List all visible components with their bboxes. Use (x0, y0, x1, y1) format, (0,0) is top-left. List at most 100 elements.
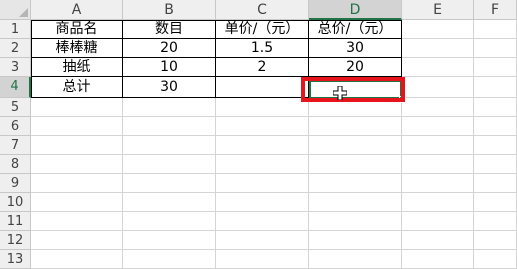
grid-cell[interactable] (474, 231, 517, 250)
row-header-1[interactable]: 1 (0, 20, 31, 39)
column-header-a[interactable]: A (31, 0, 123, 20)
grid-cell[interactable] (123, 117, 216, 136)
spreadsheet-grid[interactable]: A B C D E F 1 2 3 4 5 6 7 8 9 10 11 12 1… (0, 0, 517, 269)
cell-a3[interactable]: 抽纸 (31, 58, 123, 77)
grid-cell[interactable] (123, 231, 216, 250)
column-header-d[interactable]: D (309, 0, 402, 20)
grid-cell[interactable] (31, 98, 123, 117)
cell-e4[interactable] (402, 77, 474, 98)
cell-d2[interactable]: 30 (309, 39, 402, 58)
row-header-12[interactable]: 12 (0, 231, 31, 250)
column-header-b[interactable]: B (123, 0, 216, 20)
cell-c3[interactable]: 2 (216, 58, 309, 77)
cell-b1[interactable]: 数目 (123, 20, 216, 39)
row-header-11[interactable]: 11 (0, 212, 31, 231)
grid-cell[interactable] (123, 174, 216, 193)
grid-cell[interactable] (31, 193, 123, 212)
grid-cell[interactable] (123, 250, 216, 269)
cell-a1[interactable]: 商品名 (31, 20, 123, 39)
grid-cell[interactable] (216, 98, 309, 117)
grid-cell[interactable] (474, 174, 517, 193)
grid-cell[interactable] (31, 250, 123, 269)
cell-f1[interactable] (474, 20, 517, 39)
cell-d3[interactable]: 20 (309, 58, 402, 77)
row-header-13[interactable]: 13 (0, 250, 31, 269)
grid-cell[interactable] (309, 174, 402, 193)
grid-cell[interactable] (309, 136, 402, 155)
cell-c2[interactable]: 1.5 (216, 39, 309, 58)
grid-cell[interactable] (402, 193, 474, 212)
cell-c1[interactable]: 单价/（元） (216, 20, 309, 39)
grid-cell[interactable] (309, 155, 402, 174)
cell-b4[interactable]: 30 (123, 77, 216, 98)
grid-cell[interactable] (402, 231, 474, 250)
cell-a2[interactable]: 棒棒糖 (31, 39, 123, 58)
grid-cell[interactable] (216, 212, 309, 231)
column-header-c[interactable]: C (216, 0, 309, 20)
cell-f3[interactable] (474, 58, 517, 77)
grid-cell[interactable] (31, 212, 123, 231)
grid-cell[interactable] (309, 212, 402, 231)
cell-d1[interactable]: 总价/（元） (309, 20, 402, 39)
grid-cell[interactable] (309, 250, 402, 269)
grid-cell[interactable] (474, 193, 517, 212)
row-header-5[interactable]: 5 (0, 98, 31, 117)
grid-cell[interactable] (123, 193, 216, 212)
grid-cell[interactable] (31, 231, 123, 250)
row-header-3[interactable]: 3 (0, 58, 31, 77)
row-header-9[interactable]: 9 (0, 174, 31, 193)
grid-cell[interactable] (474, 212, 517, 231)
row-header-2[interactable]: 2 (0, 39, 31, 58)
grid-cell[interactable] (309, 193, 402, 212)
grid-cell[interactable] (123, 212, 216, 231)
grid-cell[interactable] (123, 155, 216, 174)
cell-b2[interactable]: 20 (123, 39, 216, 58)
cell-d4[interactable] (309, 77, 402, 98)
cell-a4[interactable]: 总计 (31, 77, 123, 98)
column-header-e[interactable]: E (402, 0, 474, 20)
grid-cell[interactable] (402, 155, 474, 174)
grid-cell[interactable] (309, 117, 402, 136)
grid-cell[interactable] (474, 136, 517, 155)
grid-cell[interactable] (216, 193, 309, 212)
grid-cell[interactable] (216, 174, 309, 193)
cell-c4[interactable] (216, 77, 309, 98)
grid-cell[interactable] (474, 98, 517, 117)
grid-cell[interactable] (216, 155, 309, 174)
grid-cell[interactable] (31, 174, 123, 193)
grid-cell[interactable] (31, 155, 123, 174)
column-header-f[interactable]: F (474, 0, 517, 20)
row-header-8[interactable]: 8 (0, 155, 31, 174)
select-all-corner[interactable] (0, 0, 31, 20)
grid-cell[interactable] (402, 212, 474, 231)
grid-cell[interactable] (123, 98, 216, 117)
grid-cell[interactable] (216, 117, 309, 136)
grid-cell[interactable] (309, 98, 402, 117)
grid-cell[interactable] (216, 231, 309, 250)
grid-cell[interactable] (402, 174, 474, 193)
cell-b3[interactable]: 10 (123, 58, 216, 77)
grid-cell[interactable] (474, 155, 517, 174)
grid-cell[interactable] (216, 250, 309, 269)
cell-e3[interactable] (402, 58, 474, 77)
grid-cell[interactable] (402, 117, 474, 136)
row-header-4[interactable]: 4 (0, 77, 31, 98)
grid-cell[interactable] (474, 117, 517, 136)
grid-cell[interactable] (402, 136, 474, 155)
cell-e1[interactable] (402, 20, 474, 39)
grid-cell[interactable] (31, 117, 123, 136)
row-header-6[interactable]: 6 (0, 117, 31, 136)
grid-cell[interactable] (402, 250, 474, 269)
select-all-icon (19, 8, 28, 17)
grid-cell[interactable] (402, 98, 474, 117)
grid-cell[interactable] (123, 136, 216, 155)
row-header-10[interactable]: 10 (0, 193, 31, 212)
grid-cell[interactable] (216, 136, 309, 155)
grid-cell[interactable] (474, 250, 517, 269)
grid-cell[interactable] (309, 231, 402, 250)
grid-cell[interactable] (31, 136, 123, 155)
cell-e2[interactable] (402, 39, 474, 58)
row-header-7[interactable]: 7 (0, 136, 31, 155)
cell-f4[interactable] (474, 77, 517, 98)
cell-f2[interactable] (474, 39, 517, 58)
